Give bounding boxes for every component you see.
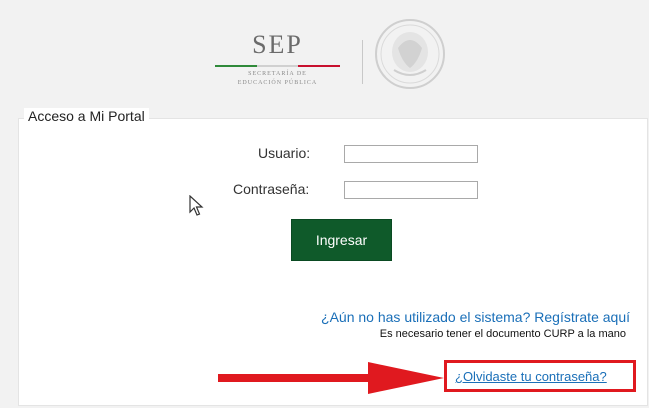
curp-note: Es necesario tener el documento CURP a l…	[379, 328, 626, 340]
mouse-pointer-icon	[189, 195, 204, 216]
sep-logo: SEP SECRETARÍA DE EDUCACIÓN PÚBLICA	[210, 30, 345, 94]
page-header: SEP SECRETARÍA DE EDUCACIÓN PÚBLICA	[0, 0, 649, 105]
sep-logo-subtitle-2: EDUCACIÓN PÚBLICA	[237, 80, 318, 86]
password-input[interactable]	[344, 181, 478, 199]
sep-logo-text: SEP	[252, 30, 303, 59]
usuario-label: Usuario:	[258, 145, 311, 161]
login-panel-title: Acceso a Mi Portal	[24, 108, 149, 124]
forgot-password-link[interactable]: ¿Olvidaste tu contraseña?	[455, 369, 607, 384]
register-link[interactable]: ¿Aún no has utilizado el sistema? Regíst…	[306, 309, 630, 325]
red-arrow-icon	[218, 362, 444, 394]
mexico-coat-of-arms-seal-icon	[375, 19, 445, 89]
password-label: Contraseña:	[233, 181, 310, 197]
ingresar-button[interactable]: Ingresar	[291, 219, 392, 261]
usuario-input[interactable]	[344, 145, 478, 163]
header-divider	[362, 40, 363, 84]
sep-logo-subtitle-1: SECRETARÍA DE	[248, 71, 307, 77]
sep-logo-stripes	[215, 65, 341, 67]
